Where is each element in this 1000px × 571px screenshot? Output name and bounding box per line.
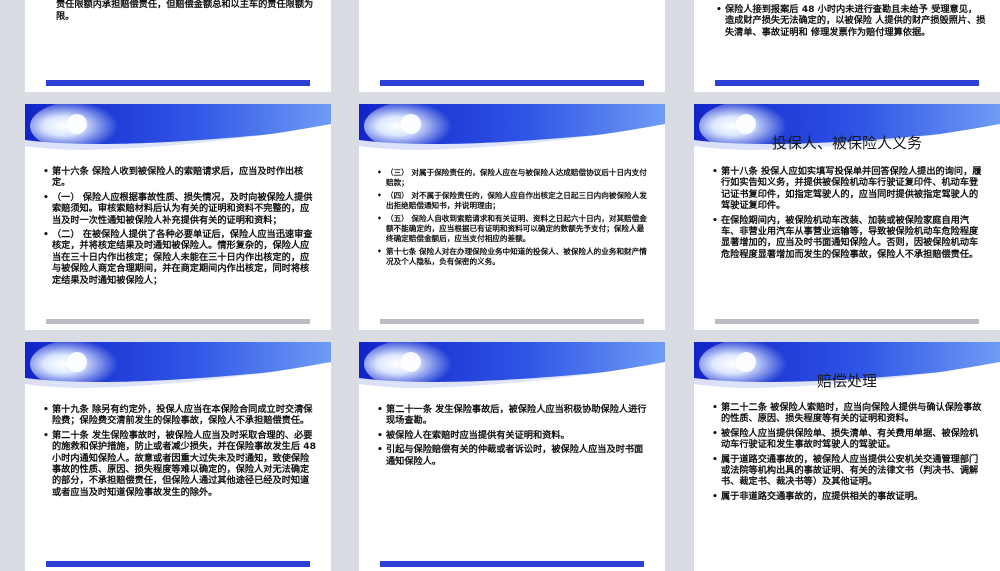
slide-paragraph: 第二十条 发生保险事故时，被保险人应当及时采取合理的、必要的施救和保护措施，防止…: [43, 430, 317, 498]
slide-paragraph: 险单上载明的机动车第三者责任保险责任限额的比例，在各自的责任限额内承担赔偿责任，…: [56, 0, 314, 22]
slide-paragraph: 第十七条 保险人对在办理保险业务中知道的投保人、被保险人的业务和财产情况及个人隐…: [377, 247, 651, 267]
slide-paragraph: 第十九条 除另有约定外，投保人应当在本保险合同成立时交清保险费；保险费交清前发生…: [43, 404, 317, 427]
slide-banner: [359, 342, 665, 398]
slide-paragraph: （三） 对属于保险责任的，保险人应在与被保险人达成赔偿协议后十日内支付赔款；: [377, 168, 651, 188]
slide-footer-bar: [380, 319, 644, 324]
slide-banner: [25, 104, 331, 160]
slide-paragraph: （五） 保险人自收到索赔请求和有关证明、资料之日起六十日内，对其赔偿金额不能确定…: [377, 214, 651, 244]
slide-paragraph: 在保险期间内，被保险机动车改装、加装或被保险家庭自用汽车、非营业用汽车从事营业运…: [712, 215, 986, 261]
slide-content: 第二十二条 被保险人索赔时，应当向保险人提供与确认保险事故的性质、原因、损失程度…: [712, 402, 986, 505]
slide-paragraph: 属于非道路交通事故的，应提供相关的事故证明。: [712, 491, 986, 503]
slide-title: 投保人、被保险人义务: [771, 134, 922, 152]
slide-banner: [25, 342, 331, 398]
slide-footer-bar: [380, 80, 644, 86]
slide-paragraph: 被保险人应当提供保险单、损失清单、有关费用单据、被保险机动车行驶证和发生事故时驾…: [712, 428, 986, 451]
banner-swoosh: [25, 342, 331, 390]
slide-content: 险单上载明的机动车第三者责任保险责任限额的比例，在各自的责任限额内承担赔偿责任，…: [47, 0, 319, 25]
slide-thumbnail[interactable]: [359, 0, 665, 92]
slide-paragraph: （四） 对不属于保险责任的，保险人应自作出核定之日起三日内向被保险人发出拒绝赔偿…: [377, 191, 651, 211]
slide-content: 第十六条 保险人收到被保险人的索赔请求后，应当及时作出核定。 （一） 保险人应根据…: [43, 166, 317, 289]
slide-content: （三） 对属于保险责任的，保险人应在与被保险人达成赔偿协议后十日内支付赔款； （四…: [377, 168, 651, 270]
slide-thumbnail[interactable]: 第十六条 保险人收到被保险人的索赔请求后，应当及时作出核定。 （一） 保险人应根据…: [25, 104, 331, 330]
slide-thumbnail[interactable]: 保险人接到报案后 48 小时内未进行查勘且未给予 受理意见，造成财产损失无法确定…: [694, 0, 1000, 92]
slide-footer-bar: [46, 319, 310, 324]
slide-paragraph: 第二十二条 被保险人索赔时，应当向保险人提供与确认保险事故的性质、原因、损失程度…: [712, 402, 986, 425]
slide-content: 第十八条 投保人应如实填写投保单并回答保险人提出的询问，履行如实告知义务，并提供…: [712, 166, 986, 263]
slide-footer-bar: [715, 319, 979, 324]
slide-paragraph: 第十八条 投保人应如实填写投保单并回答保险人提出的询问，履行如实告知义务，并提供…: [712, 166, 986, 212]
slide-footer-bar: [46, 561, 310, 567]
slide-banner: [359, 104, 665, 160]
slide-thumbnail[interactable]: 赔偿处理 第二十二条 被保险人索赔时，应当向保险人提供与确认保险事故的性质、原因…: [694, 342, 1000, 571]
slide-title: 赔偿处理: [816, 372, 877, 390]
banner-swoosh: [359, 342, 665, 390]
slide-footer-bar: [46, 80, 310, 86]
slide-thumbnail[interactable]: 险单上载明的机动车第三者责任保险责任限额的比例，在各自的责任限额内承担赔偿责任，…: [25, 0, 331, 92]
slide-thumbnail[interactable]: 投保人、被保险人义务 第十八条 投保人应如实填写投保单并回答保险人提出的询问，履…: [694, 104, 1000, 330]
slide-content: 第十九条 除另有约定外，投保人应当在本保险合同成立时交清保险费；保险费交清前发生…: [43, 404, 317, 501]
slide-content: 第二十一条 发生保险事故后，被保险人应当积极协助保险人进行现场查勘。被保险人在索…: [377, 404, 651, 470]
slide-paragraph: （一） 保险人应根据事故性质、损失情况，及时向被保险人提供索赔须知。审核索赔材料…: [43, 192, 317, 226]
slide-paragraph: 被保险人在索赔时应当提供有关证明和资料。: [377, 430, 651, 442]
slide-paragraph: 引起与保险赔偿有关的仲裁或者诉讼时，被保险人应当及时书面通知保险人。: [377, 444, 651, 467]
slide-paragraph: 第十六条 保险人收到被保险人的索赔请求后，应当及时作出核定。: [43, 166, 317, 189]
slide-paragraph: 保险人接到报案后 48 小时内未进行查勘且未给予 受理意见，造成财产损失无法确定…: [716, 4, 986, 38]
banner-swoosh: [25, 104, 331, 152]
slide-paragraph: 第二十一条 发生保险事故后，被保险人应当积极协助保险人进行现场查勘。: [377, 404, 651, 427]
slide-thumbnail[interactable]: 第十九条 除另有约定外，投保人应当在本保险合同成立时交清保险费；保险费交清前发生…: [25, 342, 331, 571]
slide-footer-bar: [715, 80, 979, 86]
slide-footer-bar: [380, 561, 644, 567]
slide-thumbnail[interactable]: 第二十一条 发生保险事故后，被保险人应当积极协助保险人进行现场查勘。被保险人在索…: [359, 342, 665, 571]
banner-swoosh: [359, 104, 665, 152]
slide-thumbnail[interactable]: （三） 对属于保险责任的，保险人应在与被保险人达成赔偿协议后十日内支付赔款； （四…: [359, 104, 665, 330]
slide-paragraph: （二） 在被保险人提供了各种必要单证后，保险人应当迅速审查核定，并将核定结果及时…: [43, 229, 317, 286]
slide-content: 保险人接到报案后 48 小时内未进行查勘且未给予 受理意见，造成财产损失无法确定…: [716, 4, 986, 41]
slide-paragraph: 属于道路交通事故的，被保险人应当提供公安机关交通管理部门或法院等机构出具的事故证…: [712, 454, 986, 488]
